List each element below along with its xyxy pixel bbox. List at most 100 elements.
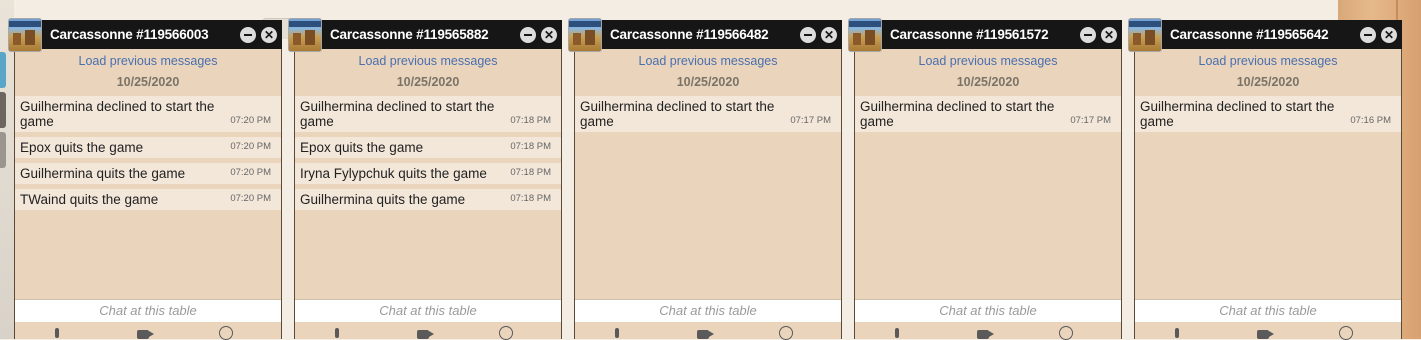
video-camera-icon[interactable] bbox=[137, 330, 154, 339]
video-camera-icon[interactable] bbox=[697, 330, 714, 339]
message-time: 07:20 PM bbox=[230, 193, 271, 204]
message-text: Guilhermina declined to start the game bbox=[300, 99, 495, 129]
message-time: 07:18 PM bbox=[510, 141, 551, 152]
chat-title[interactable]: Carcassonne #119566482 bbox=[610, 27, 769, 42]
chat-toolbar bbox=[15, 322, 281, 340]
message-list: Guilhermina declined to start the game 07… bbox=[15, 96, 281, 215]
video-camera-icon[interactable] bbox=[417, 330, 434, 339]
thumbnail-banner bbox=[569, 21, 601, 27]
message-date: 10/25/2020 bbox=[396, 75, 460, 89]
chat-message: Guilhermina declined to start the game 07… bbox=[295, 96, 561, 132]
chat-message: Guilhermina quits the game 07:18 PM bbox=[295, 189, 561, 210]
chat-input[interactable]: Chat at this table bbox=[1135, 299, 1401, 322]
chat-message: Guilhermina quits the game 07:20 PM bbox=[15, 163, 281, 184]
chat-input[interactable]: Chat at this table bbox=[295, 299, 561, 322]
load-previous-messages-link[interactable]: Load previous messages bbox=[295, 54, 561, 68]
microphone-icon[interactable] bbox=[335, 328, 339, 338]
microphone-icon[interactable] bbox=[615, 328, 619, 338]
chat-message: Guilhermina declined to start the game 07… bbox=[15, 96, 281, 132]
load-previous-messages-link[interactable]: Load previous messages bbox=[855, 54, 1121, 68]
message-time: 07:17 PM bbox=[790, 115, 831, 126]
load-previous-messages-link[interactable]: Load previous messages bbox=[1135, 54, 1401, 68]
chat-title[interactable]: Carcassonne #119561572 bbox=[890, 27, 1049, 42]
chat-header[interactable]: Carcassonne #119566003 ✕ bbox=[8, 18, 282, 52]
message-text: Iryna Fylypchuk quits the game bbox=[300, 166, 487, 181]
close-icon[interactable]: ✕ bbox=[1381, 27, 1397, 43]
chat-message: Guilhermina declined to start the game 07… bbox=[1135, 96, 1401, 132]
thumbnail-building bbox=[293, 33, 301, 45]
thumbnail-building bbox=[573, 33, 581, 45]
side-tab-gray[interactable] bbox=[0, 132, 6, 168]
game-thumbnail-icon[interactable] bbox=[848, 18, 882, 52]
gear-icon[interactable] bbox=[499, 326, 513, 340]
side-tab-dark[interactable] bbox=[0, 92, 6, 128]
thumbnail-banner bbox=[1129, 21, 1161, 27]
microphone-icon[interactable] bbox=[1175, 328, 1179, 338]
gear-icon[interactable] bbox=[779, 326, 793, 340]
chat-header[interactable]: Carcassonne #119565642 ✕ bbox=[1128, 18, 1402, 52]
chat-title[interactable]: Carcassonne #119566003 bbox=[50, 27, 209, 42]
chat-message: Epox quits the game 07:18 PM bbox=[295, 137, 561, 158]
video-camera-icon[interactable] bbox=[977, 330, 994, 339]
message-time: 07:18 PM bbox=[510, 167, 551, 178]
close-icon[interactable]: ✕ bbox=[261, 27, 277, 43]
minimize-icon[interactable] bbox=[240, 27, 256, 43]
load-previous-messages-link[interactable]: Load previous messages bbox=[575, 54, 841, 68]
thumbnail-tower bbox=[865, 30, 875, 45]
message-date: 10/25/2020 bbox=[116, 75, 180, 89]
chat-window-2: Carcassonne #119565882 ✕ Load previous m… bbox=[288, 18, 562, 340]
microphone-icon[interactable] bbox=[895, 328, 899, 338]
microphone-icon[interactable] bbox=[55, 328, 59, 338]
message-text: Guilhermina quits the game bbox=[300, 192, 466, 207]
chat-header[interactable]: Carcassonne #119566482 ✕ bbox=[568, 18, 842, 52]
message-text: Guilhermina declined to start the game bbox=[860, 99, 1055, 129]
video-camera-icon[interactable] bbox=[1257, 330, 1274, 339]
chat-input[interactable]: Chat at this table bbox=[575, 299, 841, 322]
thumbnail-tower bbox=[585, 30, 595, 45]
chat-header[interactable]: Carcassonne #119565882 ✕ bbox=[288, 18, 562, 52]
chat-window-3: Carcassonne #119566482 ✕ Load previous m… bbox=[568, 18, 842, 340]
chat-message: TWaind quits the game 07:20 PM bbox=[15, 189, 281, 210]
game-thumbnail-icon[interactable] bbox=[288, 18, 322, 52]
game-thumbnail-icon[interactable] bbox=[568, 18, 602, 52]
thumbnail-banner bbox=[849, 21, 881, 27]
load-previous-messages-link[interactable]: Load previous messages bbox=[15, 54, 281, 68]
message-date: 10/25/2020 bbox=[676, 75, 740, 89]
chat-window-4: Carcassonne #119561572 ✕ Load previous m… bbox=[848, 18, 1122, 340]
chat-title[interactable]: Carcassonne #119565882 bbox=[330, 27, 489, 42]
gear-icon[interactable] bbox=[1059, 326, 1073, 340]
game-thumbnail-icon[interactable] bbox=[8, 18, 42, 52]
message-time: 07:20 PM bbox=[230, 115, 271, 126]
thumbnail-building bbox=[1133, 33, 1141, 45]
thumbnail-tower bbox=[1145, 30, 1155, 45]
chat-title[interactable]: Carcassonne #119565642 bbox=[1170, 27, 1329, 42]
message-text: Guilhermina quits the game bbox=[20, 166, 186, 181]
message-date: 10/25/2020 bbox=[956, 75, 1020, 89]
chat-message: Guilhermina declined to start the game 07… bbox=[575, 96, 841, 132]
message-time: 07:18 PM bbox=[510, 115, 551, 126]
minimize-icon[interactable] bbox=[1080, 27, 1096, 43]
chat-input[interactable]: Chat at this table bbox=[855, 299, 1121, 322]
close-icon[interactable]: ✕ bbox=[541, 27, 557, 43]
message-text: Guilhermina declined to start the game bbox=[20, 99, 215, 129]
minimize-icon[interactable] bbox=[1360, 27, 1376, 43]
message-list: Guilhermina declined to start the game 07… bbox=[855, 96, 1121, 137]
game-thumbnail-icon[interactable] bbox=[1128, 18, 1162, 52]
gear-icon[interactable] bbox=[1339, 326, 1353, 340]
chat-message: Guilhermina declined to start the game 07… bbox=[855, 96, 1121, 132]
minimize-icon[interactable] bbox=[800, 27, 816, 43]
chat-header[interactable]: Carcassonne #119561572 ✕ bbox=[848, 18, 1122, 52]
thumbnail-building bbox=[13, 33, 21, 45]
message-text: TWaind quits the game bbox=[20, 192, 159, 207]
minimize-icon[interactable] bbox=[520, 27, 536, 43]
chat-window-1: Carcassonne #119566003 ✕ Load previous m… bbox=[8, 18, 282, 340]
side-tab-blue[interactable] bbox=[0, 52, 6, 88]
message-text: Epox quits the game bbox=[300, 140, 424, 155]
gear-icon[interactable] bbox=[219, 326, 233, 340]
message-date: 10/25/2020 bbox=[1236, 75, 1300, 89]
message-list: Guilhermina declined to start the game 07… bbox=[1135, 96, 1401, 137]
close-icon[interactable]: ✕ bbox=[821, 27, 837, 43]
chat-input[interactable]: Chat at this table bbox=[15, 299, 281, 322]
close-icon[interactable]: ✕ bbox=[1101, 27, 1117, 43]
thumbnail-banner bbox=[9, 21, 41, 27]
